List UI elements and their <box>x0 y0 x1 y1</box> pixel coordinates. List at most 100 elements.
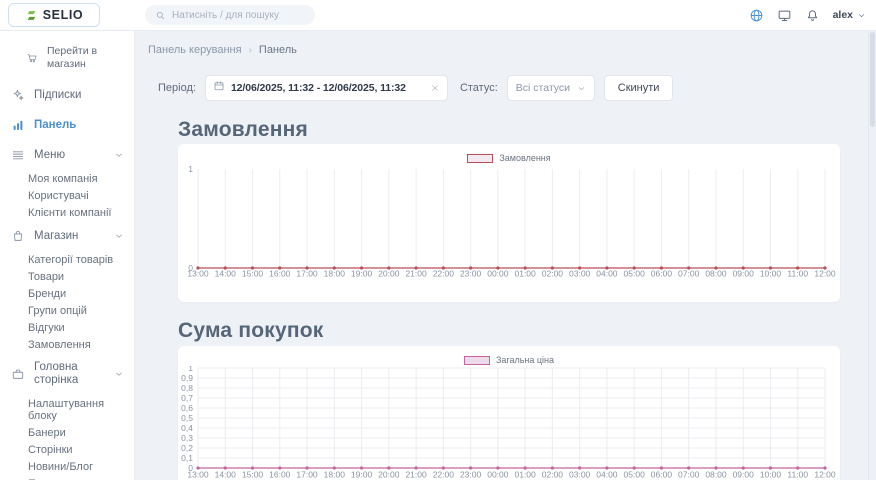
svg-text:12:00: 12:00 <box>814 470 836 480</box>
language-globe-icon[interactable] <box>749 8 764 23</box>
svg-text:01:00: 01:00 <box>514 269 536 279</box>
svg-text:01:00: 01:00 <box>514 470 536 480</box>
svg-text:21:00: 21:00 <box>405 269 427 279</box>
legend-swatch <box>467 154 493 163</box>
svg-text:1: 1 <box>188 164 193 174</box>
sidebar-item-label: Перейти в магазин <box>47 45 124 71</box>
search-icon <box>155 10 166 21</box>
period-value: 12/06/2025, 11:32 - 12/06/2025, 11:32 <box>231 82 406 94</box>
sidebar-subitem[interactable]: Моя компанія <box>0 170 134 187</box>
svg-text:22:00: 22:00 <box>433 269 455 279</box>
breadcrumb-item-dashboard[interactable]: Панель керування <box>148 44 242 56</box>
scrollbar-thumb[interactable] <box>870 32 875 127</box>
chevron-down-icon <box>114 369 124 379</box>
svg-text:10:00: 10:00 <box>760 269 782 279</box>
svg-text:04:00: 04:00 <box>596 470 618 480</box>
sidebar-subitem[interactable]: Замовлення <box>0 336 134 353</box>
svg-text:12:00: 12:00 <box>814 269 836 279</box>
svg-text:06:00: 06:00 <box>651 470 673 480</box>
sidebar-item-label: Магазин <box>34 230 78 243</box>
sidebar-subitem[interactable]: Сторінки <box>0 441 134 458</box>
status-label: Статус: <box>460 82 498 94</box>
sidebar-item-subscriptions[interactable]: Підписки <box>0 80 134 110</box>
reset-button[interactable]: Скинути <box>604 75 674 101</box>
svg-text:17:00: 17:00 <box>296 269 318 279</box>
sidebar-nav: Перейти в магазин ПідпискиПанель Меню Моя к… <box>0 36 134 480</box>
svg-text:0,5: 0,5 <box>181 413 193 423</box>
sidebar-item-dashboard[interactable]: Панель <box>0 110 134 140</box>
breadcrumb-separator: › <box>249 45 252 56</box>
chart-canvas: 1013:0014:0015:0016:0017:0018:0019:0020:… <box>178 164 840 280</box>
sidebar-subitem[interactable]: Групи опцій <box>0 302 134 319</box>
svg-text:22:00: 22:00 <box>433 470 455 480</box>
chevron-down-icon <box>577 84 586 93</box>
orders-chart-card: Замовлення 1013:0014:0015:0016:0017:0018… <box>178 144 840 302</box>
svg-text:1: 1 <box>188 366 193 373</box>
search-input[interactable]: Натисніть / для пошуку <box>145 5 315 25</box>
legend-label: Загальна ціна <box>496 354 554 366</box>
svg-text:13:00: 13:00 <box>187 269 209 279</box>
chart-canvas: 10,90,80,70,60,50,40,30,20,1013:0014:001… <box>178 366 840 480</box>
sidebar-subitem[interactable]: Користувачі <box>0 187 134 204</box>
sidebar-item-go-to-store[interactable]: Перейти в магазин <box>0 36 134 80</box>
menu-lines-icon <box>11 148 25 162</box>
sidebar-item-shop[interactable]: Магазин <box>0 221 134 251</box>
svg-text:07:00: 07:00 <box>678 470 700 480</box>
svg-text:20:00: 20:00 <box>378 470 400 480</box>
dashboard-chart-icon <box>11 118 25 132</box>
legend-swatch <box>464 356 490 365</box>
sidebar-item-label: Меню <box>34 149 65 162</box>
svg-text:19:00: 19:00 <box>351 470 373 480</box>
svg-text:15:00: 15:00 <box>242 470 264 480</box>
sidebar-subitem[interactable]: Товари <box>0 268 134 285</box>
clear-icon[interactable] <box>430 83 440 93</box>
sidebar-subitem[interactable]: Відгуки <box>0 319 134 336</box>
svg-text:0,8: 0,8 <box>181 383 193 393</box>
svg-text:08:00: 08:00 <box>705 470 727 480</box>
sidebar-subitem[interactable]: Налаштування блоку <box>0 395 134 424</box>
svg-text:13:00: 13:00 <box>187 470 209 480</box>
svg-text:21:00: 21:00 <box>405 470 427 480</box>
svg-text:05:00: 05:00 <box>624 269 646 279</box>
orders-chart-title: Замовлення <box>178 116 876 143</box>
main-content: Панель керування › Панель Період: 12/06/… <box>135 30 876 480</box>
sidebar-subitem[interactable]: Новини/Блог <box>0 458 134 475</box>
header-actions: alex <box>749 0 866 30</box>
svg-text:0,2: 0,2 <box>181 443 193 453</box>
sidebar-subitem[interactable]: Категорії товарів <box>0 251 134 268</box>
svg-text:00:00: 00:00 <box>487 470 509 480</box>
svg-text:0,1: 0,1 <box>181 453 193 463</box>
svg-text:0,4: 0,4 <box>181 423 193 433</box>
svg-text:0,3: 0,3 <box>181 433 193 443</box>
status-select[interactable]: Всі статуси <box>507 75 595 101</box>
purchases-chart-legend[interactable]: Загальна ціна <box>178 354 840 366</box>
user-menu[interactable]: alex <box>833 9 866 21</box>
purchases-chart-card: Загальна ціна 10,90,80,70,60,50,40,30,20… <box>178 346 840 480</box>
notifications-bell-icon[interactable] <box>805 8 820 23</box>
filters-bar: Період: 12/06/2025, 11:32 - 12/06/2025, … <box>158 75 876 101</box>
breadcrumb-item-current: Панель <box>259 44 297 56</box>
scrollbar[interactable] <box>868 30 876 480</box>
svg-text:18:00: 18:00 <box>324 470 346 480</box>
display-monitor-icon[interactable] <box>777 8 792 23</box>
svg-text:03:00: 03:00 <box>569 470 591 480</box>
shop-bag-icon <box>11 229 25 243</box>
sidebar-subitem[interactable]: Банери <box>0 424 134 441</box>
purchases-line-chart: 10,90,80,70,60,50,40,30,20,1013:0014:001… <box>178 366 840 480</box>
orders-chart-legend[interactable]: Замовлення <box>178 152 840 164</box>
sidebar-subitem[interactable]: Клієнти компанії <box>0 204 134 221</box>
svg-text:02:00: 02:00 <box>542 470 564 480</box>
sidebar-subitem[interactable]: Бренди <box>0 285 134 302</box>
sidebar-item-homepage[interactable]: Головна сторінка <box>0 353 134 395</box>
svg-text:06:00: 06:00 <box>651 269 673 279</box>
sidebar-subitem[interactable]: Переваги <box>0 475 134 480</box>
cart-icon <box>26 52 38 64</box>
sidebar-item-menu[interactable]: Меню <box>0 140 134 170</box>
period-date-range-input[interactable]: 12/06/2025, 11:32 - 12/06/2025, 11:32 <box>205 75 448 101</box>
sidebar: Перейти в магазин ПідпискиПанель Меню Моя к… <box>0 30 135 480</box>
subscriptions-icon <box>11 88 25 102</box>
svg-text:11:00: 11:00 <box>787 470 808 480</box>
legend-label: Замовлення <box>499 152 550 164</box>
purchases-chart-title: Сума покупок <box>178 317 876 344</box>
logo[interactable]: SELIO <box>8 3 100 27</box>
